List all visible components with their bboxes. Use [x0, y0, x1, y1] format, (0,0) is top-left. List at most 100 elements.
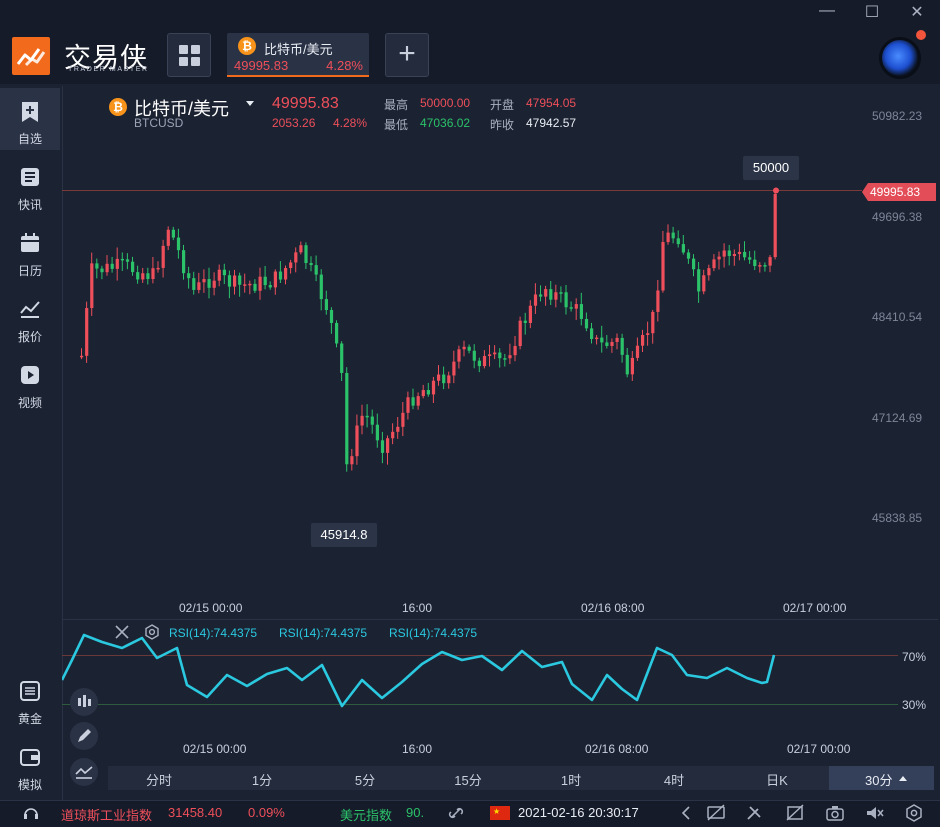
dow-label[interactable]: 道琼斯工业指数	[61, 805, 152, 824]
candle-body	[115, 258, 119, 269]
tab-percent: 4.28%	[326, 58, 363, 73]
candle-body	[294, 252, 298, 263]
candle-body	[768, 257, 772, 266]
candle-body	[523, 320, 527, 323]
pen-icon	[78, 729, 91, 742]
y-tick: 45838.85	[872, 511, 923, 525]
chevron-left-icon[interactable]	[680, 804, 692, 822]
sidebar-item-news[interactable]: 快讯	[0, 154, 60, 216]
timeframe-5m[interactable]: 5分	[335, 770, 395, 789]
minimize-icon[interactable]: —	[817, 2, 837, 20]
candle-body	[676, 238, 680, 245]
sidebar-item-video[interactable]: 视频	[0, 352, 60, 414]
candle-body	[656, 290, 660, 312]
candle-body	[212, 280, 216, 288]
timeframe-4h[interactable]: 4时	[644, 770, 704, 789]
rsi-level-30: 30%	[902, 698, 927, 712]
candle-body	[370, 416, 374, 425]
timeframe-30m[interactable]: 30分	[829, 766, 934, 790]
timeframe-1m[interactable]: 1分	[232, 770, 292, 789]
candle-body	[273, 271, 277, 288]
maximize-icon[interactable]: ☐	[862, 2, 882, 22]
rsi-chart[interactable]	[62, 620, 938, 740]
tools-icon[interactable]	[745, 804, 765, 822]
candle-body	[391, 431, 395, 439]
tab-name: 比特币/美元	[264, 42, 333, 57]
tab-btcusd[interactable]: ₿ 比特币/美元 49995.83 4.28%	[227, 33, 369, 77]
sidebar-item-calendar[interactable]: 日历	[0, 220, 60, 282]
headset-icon[interactable]	[22, 804, 40, 822]
app-window: 交易侠 TRADER MASTER ₿ 比特币/美元 49995.83 4.28…	[0, 0, 940, 827]
drawing-off-icon[interactable]	[785, 804, 805, 822]
candle-body	[156, 267, 160, 270]
close-icon[interactable]: ✕	[907, 2, 927, 22]
timeframe-15m[interactable]: 15分	[438, 770, 498, 789]
candle-body	[533, 294, 538, 306]
caret-up-icon	[899, 776, 907, 781]
candle-body	[238, 275, 242, 285]
screen-off-icon[interactable]	[706, 804, 726, 822]
sidebar-item-label: 日历	[17, 264, 42, 278]
sidebar-item-watchlist[interactable]: 自选	[0, 88, 60, 150]
candle-body	[584, 318, 589, 329]
sidebar-item-label: 模拟	[17, 778, 42, 792]
candle-body	[646, 333, 650, 335]
candle-body	[437, 374, 441, 381]
candle-body	[227, 275, 232, 287]
candle-body	[528, 305, 532, 323]
mute-icon[interactable]	[865, 804, 885, 822]
candle-body	[554, 292, 558, 300]
candle-type-button[interactable]	[70, 688, 98, 716]
news-icon	[21, 168, 39, 186]
candle-body	[681, 244, 685, 253]
candle-body	[539, 294, 543, 297]
candle-body	[80, 355, 84, 358]
logo-icon	[12, 37, 50, 75]
candle-body	[702, 275, 706, 292]
timeframe-day[interactable]: 日K	[747, 770, 807, 789]
candle-body	[263, 276, 267, 286]
candle-body	[120, 258, 124, 261]
timeframe-tick[interactable]: 分时	[129, 770, 189, 789]
draw-tool-button[interactable]	[70, 722, 98, 750]
candle-body	[401, 412, 405, 427]
indicator-button[interactable]	[70, 758, 98, 786]
candle-body	[748, 257, 752, 260]
candle-body	[110, 263, 114, 269]
layout-grid-button[interactable]	[167, 33, 211, 77]
dow-value: 31458.40	[168, 805, 223, 820]
camera-icon[interactable]	[825, 804, 845, 822]
top-bar: 交易侠 TRADER MASTER ₿ 比特币/美元 49995.83 4.28…	[0, 0, 940, 84]
candle-body	[513, 346, 517, 356]
candle-body	[615, 337, 619, 342]
candle-body	[605, 342, 609, 346]
link-icon[interactable]	[447, 804, 465, 822]
sidebar-item-quotes[interactable]: 报价	[0, 286, 60, 348]
sidebar-item-simulation[interactable]: 模拟	[0, 734, 60, 796]
candle-body	[426, 390, 430, 395]
avatar[interactable]	[879, 37, 921, 79]
candle-body	[442, 374, 446, 384]
gear-icon[interactable]	[904, 804, 924, 822]
candle-body	[635, 345, 640, 358]
video-icon	[21, 366, 39, 384]
candle-body	[493, 352, 497, 355]
candle-body	[166, 229, 170, 246]
sidebar-item-gold[interactable]: 黄金	[0, 668, 60, 730]
usd-index-label[interactable]: 美元指数	[340, 805, 392, 824]
timeframe-1h[interactable]: 1时	[541, 770, 601, 789]
candle-body	[421, 390, 425, 397]
rsi-x-tick: 02/15 00:00	[183, 742, 247, 756]
sidebar-item-label: 报价	[17, 330, 42, 344]
candle-body	[299, 245, 303, 253]
candle-body	[314, 265, 318, 275]
notification-dot	[916, 30, 926, 40]
candle-body	[197, 282, 201, 290]
add-tab-button[interactable]: +	[385, 33, 429, 77]
candle-body	[278, 271, 283, 280]
candle-body	[90, 263, 94, 309]
x-tick: 16:00	[402, 601, 433, 615]
candle-body	[452, 361, 456, 376]
candle-body	[488, 354, 492, 357]
candle-body	[686, 252, 691, 259]
